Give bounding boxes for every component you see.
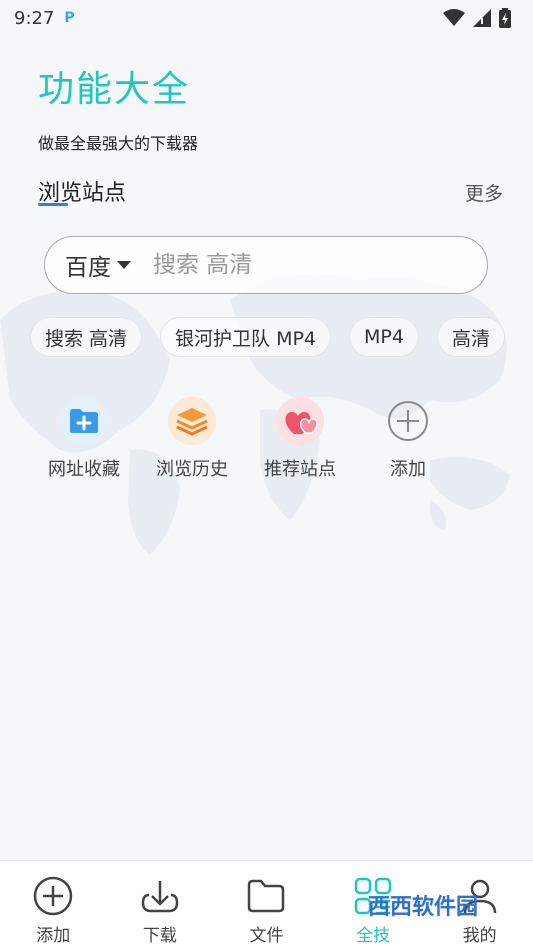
- search-input[interactable]: [153, 252, 433, 278]
- signal-icon: [473, 9, 491, 27]
- quick-action-label: 网址收藏: [48, 459, 120, 480]
- search-engine-selector[interactable]: 百度: [65, 248, 111, 282]
- plus-circle-icon: [384, 397, 432, 445]
- wifi-icon: [443, 9, 465, 26]
- caret-down-icon[interactable]: [117, 261, 131, 269]
- quick-action-history[interactable]: 浏览历史: [138, 397, 246, 481]
- status-time: 9:27: [14, 7, 55, 29]
- section-underline: [38, 203, 68, 206]
- plus-circle-icon: [34, 876, 73, 916]
- quick-action-recommended[interactable]: 推荐站点: [246, 397, 354, 481]
- suggestion-chip[interactable]: 搜索 高清: [30, 317, 143, 357]
- quick-action-bookmarks[interactable]: 网址收藏: [30, 397, 138, 481]
- nav-label: 添加: [36, 926, 71, 946]
- layers-icon: [168, 397, 216, 445]
- folder-icon: [248, 879, 285, 913]
- battery-icon: [499, 8, 511, 28]
- suggestion-chip[interactable]: 银河护卫队 MP4: [160, 317, 332, 357]
- search-suggestion-chips: 搜索 高清 银河护卫队 MP4 MP4 高清: [30, 317, 533, 359]
- quick-action-label: 浏览历史: [156, 459, 228, 480]
- nav-item-files[interactable]: 文件: [213, 861, 320, 948]
- suggestion-chip[interactable]: MP4: [349, 317, 419, 357]
- download-icon: [141, 881, 179, 913]
- hearts-icon: [276, 397, 324, 445]
- page-title: 功能大全: [38, 69, 191, 110]
- watermark-text: 西西软件园: [367, 895, 478, 920]
- folder-add-icon: [60, 397, 108, 445]
- nav-item-add[interactable]: 添加: [0, 861, 107, 948]
- app-notification-icon: P: [64, 10, 75, 26]
- quick-actions: 网址收藏 浏览历史 推荐站点 添加: [30, 397, 462, 481]
- nav-label: 下载: [142, 926, 177, 946]
- search-bar[interactable]: 百度: [44, 236, 488, 294]
- suggestion-chip[interactable]: 高清: [436, 317, 505, 357]
- more-link[interactable]: 更多: [465, 179, 503, 206]
- quick-action-label: 推荐站点: [264, 459, 336, 480]
- page-subtitle: 做最全最强大的下载器: [38, 134, 199, 153]
- quick-action-add[interactable]: 添加: [354, 397, 462, 481]
- nav-item-download[interactable]: 下载: [107, 861, 214, 948]
- quick-action-label: 添加: [390, 459, 426, 480]
- status-bar: 9:27 P: [0, 0, 533, 36]
- status-left: 9:27 P: [14, 8, 75, 29]
- nav-label: 文件: [249, 926, 284, 946]
- status-right: [443, 8, 511, 28]
- watermark-logo: 西西软件园: [334, 872, 512, 938]
